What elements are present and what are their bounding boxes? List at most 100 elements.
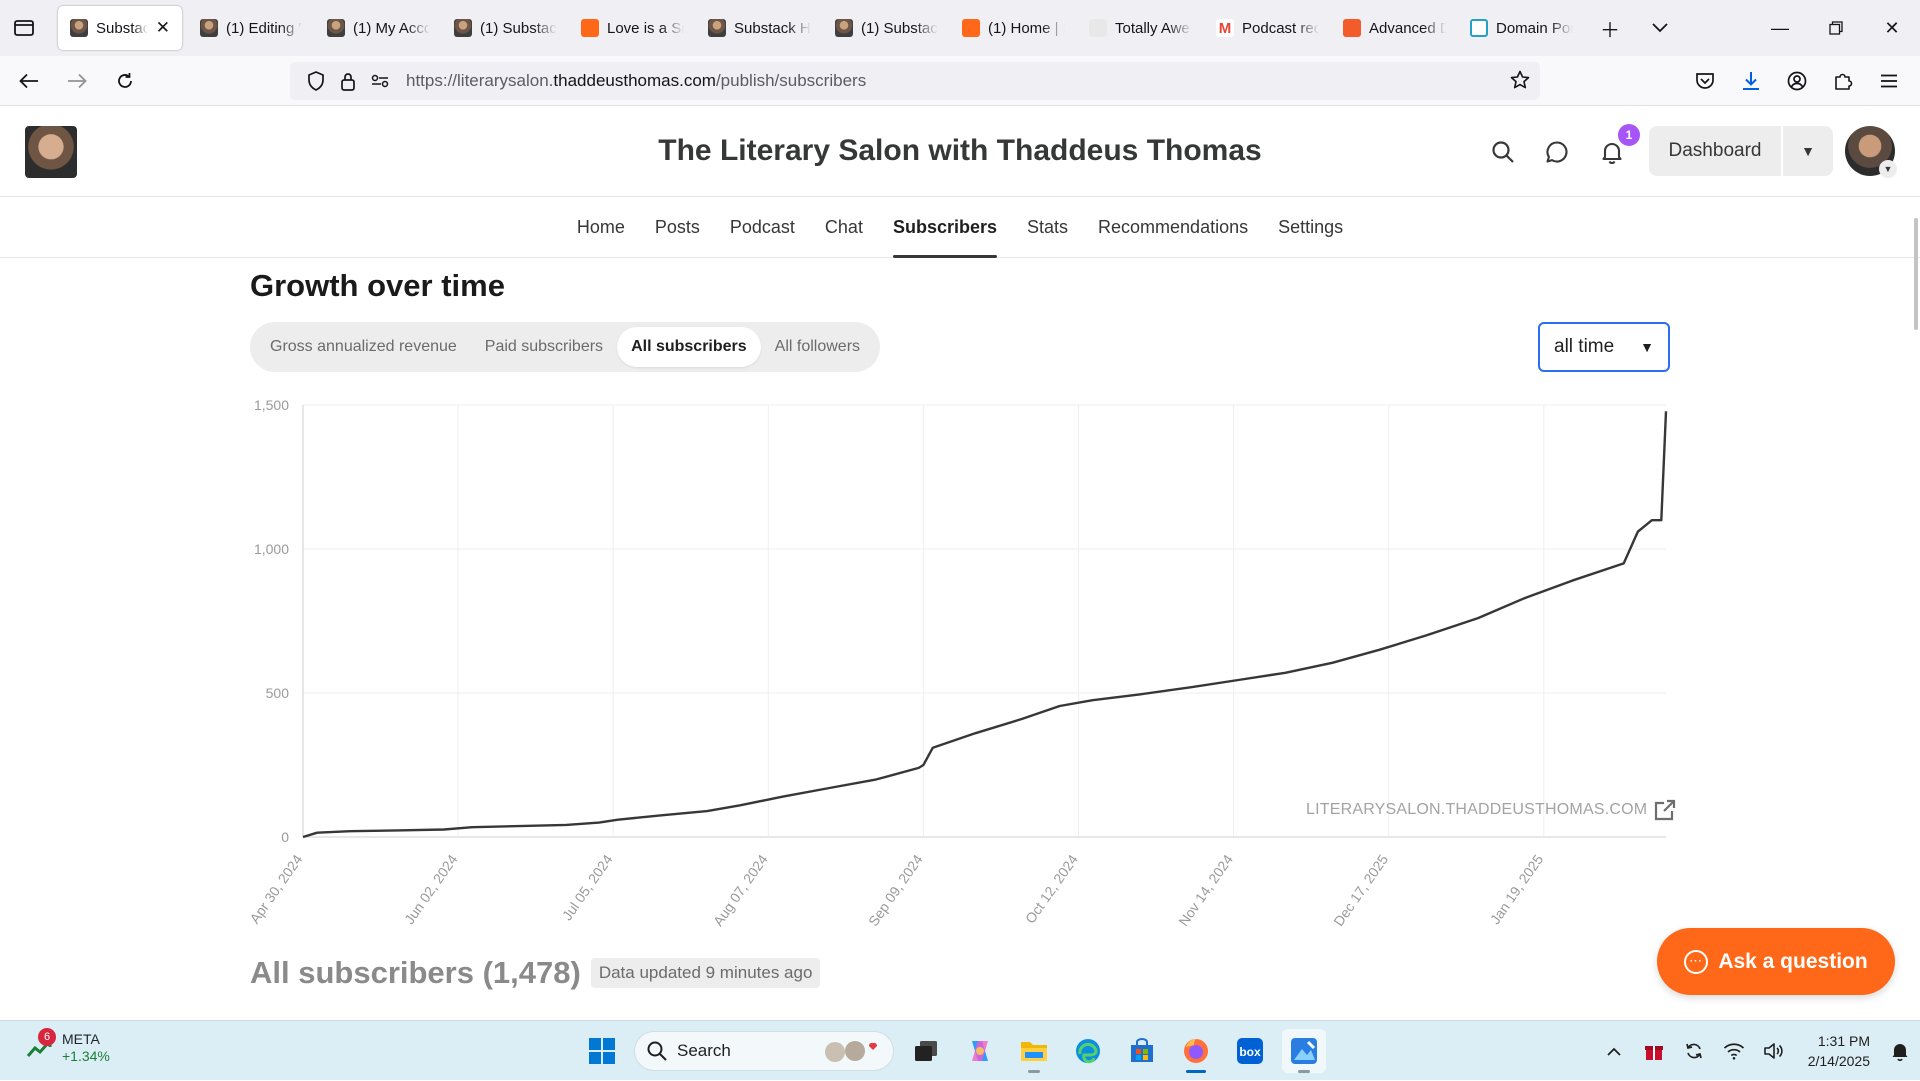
user-menu-caret[interactable]: ▼ (1879, 160, 1897, 178)
time-range-select[interactable]: all time ▼ (1538, 322, 1670, 372)
browser-tab[interactable]: Advanced D (1331, 6, 1458, 50)
segment-gross-annualized-revenue[interactable]: Gross annualized revenue (256, 327, 471, 367)
browser-tab[interactable]: Domain Por (1458, 6, 1585, 50)
subnav-item-subscribers[interactable]: Subscribers (878, 197, 1012, 258)
browser-tab[interactable]: Totally Awe (1077, 6, 1204, 50)
growth-chart: 0 500 1,000 1,500 Apr 30, 2024 Jun 02, 2024 Ju… (240, 390, 1680, 940)
browser-tab[interactable]: (1) Substack (442, 6, 569, 50)
file-explorer-button[interactable] (1012, 1029, 1056, 1073)
chart-watermark-link[interactable]: LITERARYSALON.THADDEUSTHOMAS.COM (1306, 798, 1677, 822)
extensions-button[interactable] (1822, 62, 1864, 100)
clock-time: 1:31 PM (1817, 1033, 1870, 1049)
dashboard-menu-button[interactable]: ▼ (1783, 126, 1833, 176)
subnav-item-chat[interactable]: Chat (810, 197, 878, 258)
shield-icon[interactable] (300, 71, 332, 91)
segment-all-followers[interactable]: All followers (761, 327, 874, 367)
subnav-item-settings[interactable]: Settings (1263, 197, 1358, 258)
taskbar-clock[interactable]: 1:31 PM 2/14/2025 (1808, 1031, 1870, 1071)
browser-tab[interactable]: Substack He (696, 6, 823, 50)
site-permissions-icon[interactable] (364, 74, 396, 88)
back-button[interactable] (10, 62, 48, 100)
folder-icon (1021, 1042, 1047, 1061)
volume-button[interactable] (1754, 1021, 1794, 1081)
dashboard-button[interactable]: Dashboard (1649, 126, 1781, 176)
subnav-item-stats[interactable]: Stats (1012, 197, 1083, 258)
box-button[interactable]: box (1228, 1029, 1272, 1073)
pocket-button[interactable] (1684, 62, 1726, 100)
dashboard-subnav: Home Posts Podcast Chat Subscribers Stats Reco… (0, 197, 1920, 258)
gmail-favicon: M (1216, 19, 1234, 37)
firefox-taskbar-button[interactable] (1174, 1029, 1218, 1073)
sync-icon (1685, 1043, 1702, 1059)
stock-alert-badge: 6 (38, 1028, 56, 1046)
search-button[interactable] (1487, 136, 1519, 168)
reload-button[interactable] (106, 62, 144, 100)
microsoft-store-button[interactable] (1120, 1029, 1164, 1073)
forward-button[interactable] (58, 62, 96, 100)
segment-all-subscribers[interactable]: All subscribers (617, 327, 761, 367)
browser-tab-title: Love is a Sn (607, 19, 684, 37)
chevron-down-icon (1652, 23, 1668, 33)
segment-paid-subscribers[interactable]: Paid subscribers (471, 327, 617, 367)
browser-tab[interactable]: (1) My Acco (315, 6, 442, 50)
subnav-item-home[interactable]: Home (562, 197, 640, 258)
start-button[interactable] (580, 1029, 624, 1073)
chat-button[interactable] (1541, 136, 1573, 168)
restore-icon (1829, 21, 1843, 35)
subnav-item-recommendations[interactable]: Recommendations (1083, 197, 1263, 258)
downloads-button[interactable] (1730, 62, 1772, 100)
subnav-item-podcast[interactable]: Podcast (715, 197, 810, 258)
person-favicon (70, 19, 88, 37)
account-icon (1787, 71, 1807, 91)
show-hidden-icons-button[interactable] (1594, 1021, 1634, 1081)
lock-icon[interactable] (332, 72, 364, 91)
taskbar-search-box[interactable]: Search (634, 1031, 894, 1071)
url-path: /publish/subscribers (715, 71, 867, 90)
restore-window-button[interactable] (1808, 0, 1864, 56)
notification-center-button[interactable] (1880, 1021, 1920, 1081)
browser-tab[interactable]: Substack ✕ (58, 6, 182, 50)
list-all-tabs-button[interactable] (1635, 0, 1685, 56)
copilot-button[interactable] (958, 1029, 1002, 1073)
close-window-button[interactable]: ✕ (1864, 0, 1920, 56)
browser-tab[interactable]: (1) Substack (823, 6, 950, 50)
task-view-button[interactable] (904, 1029, 948, 1073)
network-button[interactable] (1714, 1021, 1754, 1081)
stock-change: +1.34% (62, 1048, 110, 1064)
edge-button[interactable] (1066, 1029, 1110, 1073)
x-tick-label: Jan 19, 2025 (1487, 851, 1547, 927)
browser-navigation-bar: https://literarysalon.thaddeusthomas.com… (0, 56, 1920, 106)
browser-tab[interactable]: M Podcast req (1204, 6, 1331, 50)
reload-icon (118, 72, 132, 88)
time-range-value: all time (1554, 336, 1615, 357)
puzzle-icon (1835, 73, 1853, 90)
domain-favicon (1470, 19, 1488, 37)
url-text[interactable]: https://literarysalon.thaddeusthomas.com… (406, 71, 866, 91)
gift-tray-button[interactable] (1634, 1021, 1674, 1081)
browser-tab[interactable]: Love is a Sn (569, 6, 696, 50)
browser-tab[interactable]: (1) Home | S (950, 6, 1077, 50)
wifi-icon (1723, 1043, 1744, 1060)
page-scrollbar[interactable] (1914, 218, 1918, 330)
stock-name: META (62, 1031, 100, 1047)
ask-a-question-button[interactable]: ··· Ask a question (1657, 928, 1895, 995)
app-menu-button[interactable] (1868, 62, 1910, 100)
subnav-item-posts[interactable]: Posts (640, 197, 715, 258)
bookmark-star-icon[interactable] (1510, 70, 1530, 95)
sync-tray-button[interactable] (1674, 1021, 1714, 1081)
firefox-view-button[interactable] (0, 0, 48, 56)
address-bar[interactable]: https://literarysalon.thaddeusthomas.com… (290, 62, 1540, 100)
browser-tab-title: Domain Por (1496, 19, 1573, 37)
close-tab-icon[interactable]: ✕ (156, 18, 170, 38)
advanced-favicon (1343, 19, 1361, 37)
minimize-window-button[interactable]: — (1752, 0, 1808, 56)
new-tab-button[interactable]: ＋ (1585, 0, 1635, 56)
account-button[interactable] (1776, 62, 1818, 100)
browser-tab[interactable]: (1) Editing " (188, 6, 315, 50)
growth-chart-svg: 0 500 1,000 1,500 Apr 30, 2024 Jun 02, 2024 Ju… (246, 397, 1668, 929)
svg-text:box: box (1239, 1045, 1261, 1059)
photo-app-button[interactable] (1282, 1029, 1326, 1073)
chevron-up-icon (1607, 1047, 1621, 1056)
caret-down-icon: ▼ (1640, 339, 1654, 355)
stock-widget[interactable]: 6 META +1.34% (26, 1028, 110, 1065)
